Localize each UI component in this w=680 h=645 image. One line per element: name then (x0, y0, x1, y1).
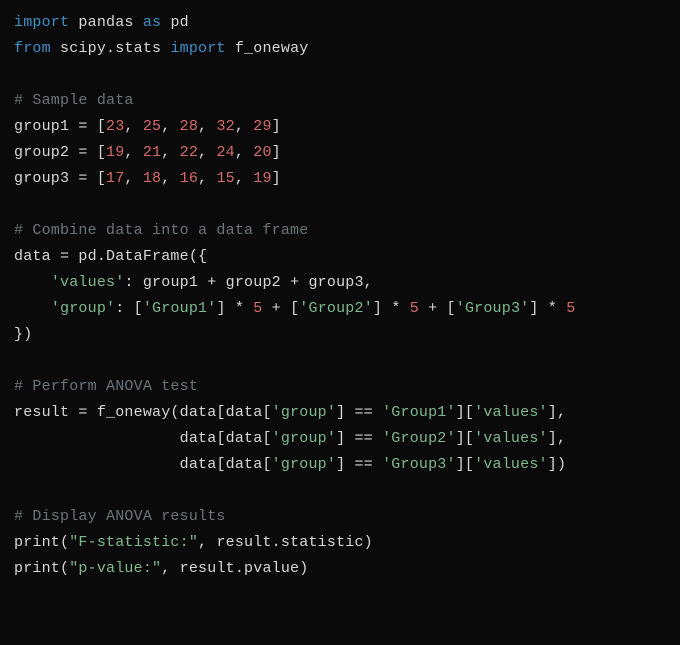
code-text: ( (60, 560, 69, 577)
code-text: ]) (548, 456, 566, 473)
code-text: group2 = [ (14, 144, 106, 161)
code-text: , (124, 170, 142, 187)
code-text: , (124, 144, 142, 161)
comment: # Perform ANOVA test (14, 378, 198, 395)
code-text: , (198, 144, 216, 161)
code-text: ] * (529, 300, 566, 317)
string: "F-statistic:" (69, 534, 198, 551)
code-text: ] == (336, 430, 382, 447)
string: 'Group3' (382, 456, 456, 473)
code-text: data[data[ (180, 430, 272, 447)
number: 19 (253, 170, 271, 187)
code-text (14, 300, 51, 317)
number: 28 (180, 118, 198, 135)
number: 5 (410, 300, 419, 317)
code-text (14, 430, 180, 447)
string: 'values' (474, 404, 548, 421)
code-text: ] (272, 170, 281, 187)
comment: # Combine data into a data frame (14, 222, 308, 239)
code-text: data = pd.DataFrame({ (14, 248, 207, 265)
string: 'Group1' (382, 404, 456, 421)
keyword-import: import (170, 40, 225, 57)
code-text: , (161, 118, 179, 135)
string: 'Group2' (299, 300, 373, 317)
comment: # Display ANOVA results (14, 508, 226, 525)
number: 25 (143, 118, 161, 135)
string: 'values' (51, 274, 125, 291)
alias-name: pd (170, 14, 188, 31)
code-text: ], (548, 404, 566, 421)
code-text: ][ (456, 430, 474, 447)
number: 19 (106, 144, 124, 161)
code-text: ] == (336, 404, 382, 421)
comment: # Sample data (14, 92, 134, 109)
code-text: data[data[ (180, 456, 272, 473)
code-text: }) (14, 326, 32, 343)
code-text: , (124, 118, 142, 135)
number: 32 (216, 118, 234, 135)
function-print: print (14, 560, 60, 577)
string: 'values' (474, 456, 548, 473)
module-name: scipy.stats (60, 40, 161, 57)
code-text: group3 = [ (14, 170, 106, 187)
string: 'group' (272, 430, 336, 447)
code-text: result = f_oneway(data[data[ (14, 404, 272, 421)
code-text: ] * (216, 300, 253, 317)
code-text: ] == (336, 456, 382, 473)
number: 20 (253, 144, 271, 161)
code-text: , (235, 118, 253, 135)
code-text: ] (272, 144, 281, 161)
number: 23 (106, 118, 124, 135)
keyword-as: as (143, 14, 161, 31)
code-text: ][ (456, 404, 474, 421)
import-name: f_oneway (235, 40, 309, 57)
number: 18 (143, 170, 161, 187)
number: 5 (566, 300, 575, 317)
code-text: , (161, 170, 179, 187)
code-text: , (235, 170, 253, 187)
code-text: + [ (262, 300, 299, 317)
code-text (14, 456, 180, 473)
code-text: , result.statistic) (198, 534, 373, 551)
code-text: , (161, 144, 179, 161)
code-text: , (235, 144, 253, 161)
module-name: pandas (78, 14, 133, 31)
code-text: : group1 + group2 + group3, (124, 274, 372, 291)
code-text: group1 = [ (14, 118, 106, 135)
code-text: ], (548, 430, 566, 447)
code-text: ] * (373, 300, 410, 317)
string: 'Group3' (456, 300, 530, 317)
function-print: print (14, 534, 60, 551)
keyword-import: import (14, 14, 69, 31)
code-text: ][ (456, 456, 474, 473)
string: 'group' (272, 456, 336, 473)
keyword-from: from (14, 40, 51, 57)
string: 'Group2' (382, 430, 456, 447)
code-text: , (198, 170, 216, 187)
string: 'group' (272, 404, 336, 421)
code-text: ] (272, 118, 281, 135)
number: 22 (180, 144, 198, 161)
number: 24 (216, 144, 234, 161)
string: "p-value:" (69, 560, 161, 577)
code-text: ( (60, 534, 69, 551)
number: 16 (180, 170, 198, 187)
code-block: import pandas as pd from scipy.stats imp… (0, 0, 680, 592)
number: 21 (143, 144, 161, 161)
string: 'Group1' (143, 300, 217, 317)
number: 15 (216, 170, 234, 187)
code-text: + [ (419, 300, 456, 317)
code-text: , result.pvalue) (161, 560, 308, 577)
code-text (14, 274, 51, 291)
string: 'group' (51, 300, 115, 317)
code-text: , (198, 118, 216, 135)
number: 17 (106, 170, 124, 187)
number: 29 (253, 118, 271, 135)
string: 'values' (474, 430, 548, 447)
code-text: : [ (115, 300, 143, 317)
